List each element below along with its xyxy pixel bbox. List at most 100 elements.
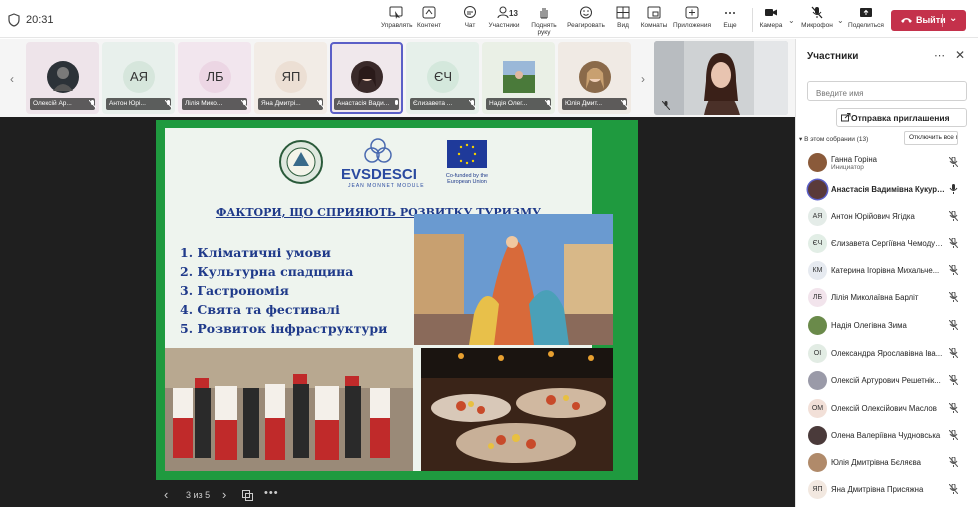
- participant-row[interactable]: Юлія Дмитрівна Бєляєва: [796, 450, 978, 477]
- participant-name-tag: Єлизавета ...: [410, 98, 475, 110]
- participant-name: Катерина Ігорівна Михальче...: [831, 266, 940, 275]
- slide-prev-chevron-icon[interactable]: ‹: [164, 487, 168, 502]
- react-button[interactable]: Реагировать: [567, 6, 605, 36]
- shield-icon: [8, 13, 20, 27]
- slide-next-chevron-icon[interactable]: ›: [222, 487, 226, 502]
- mic-off-icon: [469, 100, 476, 108]
- participant-tile[interactable]: ЛБ Лілія Мико...: [178, 42, 251, 114]
- breakout-rooms-button[interactable]: Комнаты: [639, 6, 669, 36]
- microphone-label: Микрофон: [801, 22, 833, 29]
- content-icon: [422, 6, 436, 19]
- participant-tile[interactable]: Олексій Ар...: [26, 42, 99, 114]
- content-button[interactable]: Контент: [414, 6, 444, 36]
- panel-more-icon[interactable]: ⋯: [934, 49, 945, 62]
- leave-options-chevron-icon[interactable]: ⌄: [949, 13, 957, 24]
- participant-row[interactable]: Анастасія Вадимівна Кукуруза: [796, 177, 978, 204]
- mic-on-icon: [395, 100, 398, 105]
- festival-photo: [414, 214, 613, 345]
- participant-tile[interactable]: АЯ Антон Юрі...: [102, 42, 175, 114]
- grid-view-icon: [616, 6, 630, 19]
- raise-hand-button[interactable]: Поднять руку: [524, 6, 564, 36]
- share-control-icon: [389, 6, 403, 19]
- participant-photo: [808, 371, 827, 390]
- mic-options-chevron-icon[interactable]: ⌄: [837, 16, 844, 25]
- breakout-rooms-icon: [647, 6, 661, 19]
- share-invite-icon: [841, 113, 851, 122]
- chat-button[interactable]: Чат: [458, 6, 482, 36]
- participant-search-input[interactable]: [807, 81, 967, 101]
- participant-tile[interactable]: Надія Олег...: [482, 42, 555, 114]
- more-button[interactable]: Еще: [719, 6, 741, 36]
- panel-close-icon[interactable]: ✕: [955, 48, 965, 62]
- strip-prev-chevron-icon[interactable]: ‹: [10, 72, 14, 86]
- strip-next-chevron-icon[interactable]: ›: [641, 72, 645, 86]
- meeting-timer: 20:31: [26, 14, 54, 26]
- participants-button[interactable]: 13 Участники: [487, 6, 521, 36]
- leave-button[interactable]: Выйти ⌄: [891, 10, 966, 31]
- participant-avatar: ОМ: [808, 399, 827, 418]
- participant-row[interactable]: ЛБ Лілія Миколаївна Барліт: [796, 285, 978, 312]
- mic-off-icon: [949, 484, 958, 494]
- send-invite-button[interactable]: Отправка приглашения: [836, 108, 967, 127]
- participant-tile-active-speaker[interactable]: Анастасія Вади...: [330, 42, 403, 114]
- mic-off-icon: [241, 100, 248, 108]
- apps-button[interactable]: Приложения: [671, 6, 713, 36]
- mic-off-icon: [89, 100, 96, 108]
- control-button[interactable]: Управлять: [381, 6, 413, 36]
- participant-row[interactable]: ОІ Олександра Ярославівна Іва...: [796, 341, 978, 368]
- apps-label: Приложения: [672, 22, 712, 29]
- participant-tile[interactable]: ЯП Яна Дмитрі...: [254, 42, 327, 114]
- mute-all-button[interactable]: Отключить все мик...: [904, 131, 958, 145]
- participant-row[interactable]: Ганна Горіна Инициатор: [796, 150, 978, 177]
- mic-off-icon: [949, 430, 958, 440]
- camera-button[interactable]: Камера: [758, 6, 784, 36]
- mic-off-icon: [621, 100, 628, 108]
- evsdesci-logo-mark: [364, 138, 392, 163]
- control-label: Управлять: [381, 22, 413, 29]
- participant-avatar: ЛБ: [199, 61, 231, 93]
- mic-on-icon: [949, 184, 958, 194]
- microphone-button[interactable]: Микрофон: [800, 6, 834, 36]
- participant-row[interactable]: Олексій Артурович Решетнік...: [796, 368, 978, 395]
- share-button[interactable]: Поделиться: [848, 6, 884, 36]
- smile-icon: [580, 6, 592, 19]
- share-screen-icon: [860, 8, 872, 17]
- participant-name: Олена Валеріївна Чудновська: [831, 431, 941, 440]
- participants-count: 13: [509, 9, 518, 18]
- participant-row[interactable]: ЄЧ Єлизавета Сергіївна Чемодур...: [796, 231, 978, 258]
- factor-item: 2. Культурна спадщина: [180, 264, 354, 279]
- slide-more-icon[interactable]: •••: [264, 487, 279, 499]
- participant-tile[interactable]: Юлія Дмит...: [558, 42, 631, 114]
- participant-row[interactable]: АЯ Антон Юрійович Ягідка: [796, 204, 978, 231]
- participant-avatar: ЯП: [275, 61, 307, 93]
- eu-cofunded-text: Co-funded by the European Union: [445, 173, 489, 185]
- university-seal-logo: [279, 140, 323, 184]
- participant-name-tag: Антон Юрі...: [106, 98, 171, 110]
- participants-panel: Участники ⋯ ✕ Отправка приглашения ▾ В э…: [795, 39, 978, 507]
- in-meeting-section-header[interactable]: ▾ В этом собрании (13): [799, 135, 868, 143]
- participant-row[interactable]: Надія Олегівна Зима: [796, 313, 978, 340]
- participant-avatar: КМ: [808, 261, 827, 280]
- participant-photo: [808, 316, 827, 335]
- mic-off-icon: [949, 265, 958, 275]
- mic-off-icon: [662, 101, 670, 110]
- participant-avatar: ЄЧ: [427, 61, 459, 93]
- participant-name-tag: Яна Дмитрі...: [258, 98, 323, 110]
- participant-name: Юлія Дмитрівна Бєляєва: [831, 458, 922, 467]
- slide-sync-icon[interactable]: [242, 490, 253, 501]
- mic-off-icon: [949, 348, 958, 358]
- view-label: Вид: [617, 22, 629, 29]
- participant-name: Антон Юрійович Ягідка: [831, 212, 915, 221]
- participant-row[interactable]: ОМ Олексій Олексійович Маслов: [796, 396, 978, 423]
- participant-name: Яна Дмитрівна Присяжна: [831, 485, 924, 494]
- participant-photo: [808, 153, 827, 172]
- self-video-tile[interactable]: [654, 41, 788, 115]
- participant-row[interactable]: ЯП Яна Дмитрівна Присяжна: [796, 477, 978, 504]
- participant-avatar: ЛБ: [808, 288, 827, 307]
- participant-row[interactable]: Олена Валеріївна Чудновська: [796, 423, 978, 450]
- participant-tile[interactable]: ЄЧ Єлизавета ...: [406, 42, 479, 114]
- factors-list: 1. Кліматичні умови 2. Культурна спадщин…: [180, 243, 387, 338]
- camera-options-chevron-icon[interactable]: ⌄: [788, 16, 795, 25]
- view-button[interactable]: Вид: [612, 6, 634, 36]
- participant-row[interactable]: КМ Катерина Ігорівна Михальче...: [796, 258, 978, 285]
